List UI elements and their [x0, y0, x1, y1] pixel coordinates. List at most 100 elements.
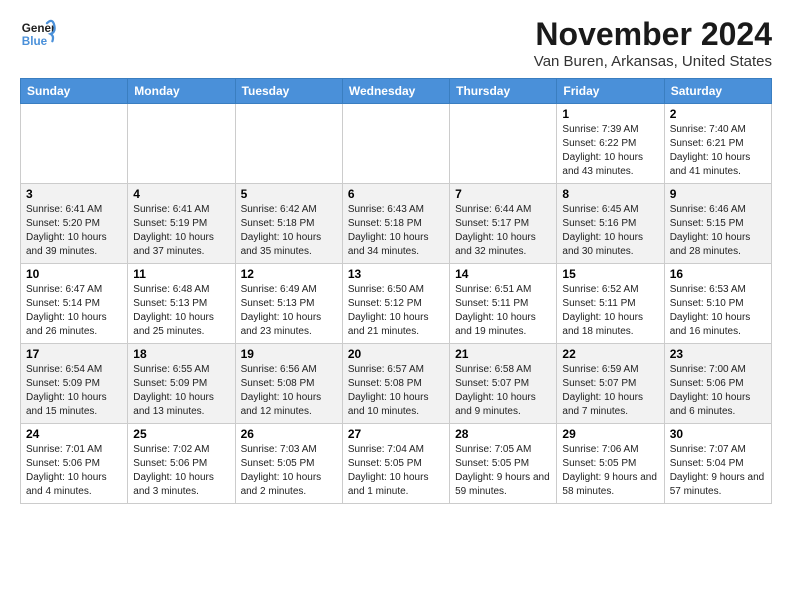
table-row: 15 Sunrise: 6:52 AM Sunset: 5:11 PM Dayli…	[557, 264, 664, 344]
table-row: 4 Sunrise: 6:41 AM Sunset: 5:19 PM Daylig…	[128, 184, 235, 264]
day-info: Sunrise: 7:03 AM Sunset: 5:05 PM Dayligh…	[241, 443, 337, 499]
table-row: 6 Sunrise: 6:43 AM Sunset: 5:18 PM Daylig…	[342, 184, 449, 264]
day-info: Sunrise: 6:51 AM Sunset: 5:11 PM Dayligh…	[455, 283, 551, 339]
day-number: 16	[670, 267, 766, 281]
calendar-body: 1 Sunrise: 7:39 AM Sunset: 6:22 PM Daylig…	[21, 104, 772, 504]
table-row: 8 Sunrise: 6:45 AM Sunset: 5:16 PM Daylig…	[557, 184, 664, 264]
day-info: Sunrise: 6:50 AM Sunset: 5:12 PM Dayligh…	[348, 283, 444, 339]
table-row: 29Sunrise: 7:06 AM Sunset: 5:05 PM Dayli…	[557, 424, 664, 504]
day-info: Sunrise: 6:58 AM Sunset: 5:07 PM Dayligh…	[455, 363, 551, 419]
table-row: 13 Sunrise: 6:50 AM Sunset: 5:12 PM Dayli…	[342, 264, 449, 344]
day-info: Sunrise: 6:56 AM Sunset: 5:08 PM Dayligh…	[241, 363, 337, 419]
day-info: Sunrise: 7:05 AM Sunset: 5:05 PM Dayligh…	[455, 443, 551, 499]
day-number: 7	[455, 187, 551, 201]
day-number: 22	[562, 347, 658, 361]
day-number: 13	[348, 267, 444, 281]
day-number: 26	[241, 427, 337, 441]
col-friday: Friday	[557, 79, 664, 104]
day-info: Sunrise: 6:52 AM Sunset: 5:11 PM Dayligh…	[562, 283, 658, 339]
calendar-week-row: 1 Sunrise: 7:39 AM Sunset: 6:22 PM Daylig…	[21, 104, 772, 184]
table-row: 18 Sunrise: 6:55 AM Sunset: 5:09 PM Dayli…	[128, 344, 235, 424]
day-info: Sunrise: 6:41 AM Sunset: 5:19 PM Dayligh…	[133, 203, 229, 259]
day-number: 11	[133, 267, 229, 281]
col-tuesday: Tuesday	[235, 79, 342, 104]
logo: General Blue	[20, 16, 56, 52]
day-number: 28	[455, 427, 551, 441]
title-block: November 2024 Van Buren, Arkansas, Unite…	[534, 16, 772, 70]
day-info: Sunrise: 6:45 AM Sunset: 5:16 PM Dayligh…	[562, 203, 658, 259]
day-number: 1	[562, 107, 658, 121]
table-row: 19Sunrise: 6:56 AM Sunset: 5:08 PM Dayli…	[235, 344, 342, 424]
table-row: 28 Sunrise: 7:05 AM Sunset: 5:05 PM Dayli…	[450, 424, 557, 504]
table-row: 17 Sunrise: 6:54 AM Sunset: 5:09 PM Dayli…	[21, 344, 128, 424]
table-row: 20Sunrise: 6:57 AM Sunset: 5:08 PM Dayli…	[342, 344, 449, 424]
month-title: November 2024	[534, 16, 772, 53]
day-info: Sunrise: 6:47 AM Sunset: 5:14 PM Dayligh…	[26, 283, 122, 339]
day-number: 4	[133, 187, 229, 201]
day-info: Sunrise: 6:42 AM Sunset: 5:18 PM Dayligh…	[241, 203, 337, 259]
day-info: Sunrise: 7:39 AM Sunset: 6:22 PM Dayligh…	[562, 123, 658, 179]
day-number: 30	[670, 427, 766, 441]
day-info: Sunrise: 6:53 AM Sunset: 5:10 PM Dayligh…	[670, 283, 766, 339]
col-thursday: Thursday	[450, 79, 557, 104]
day-info: Sunrise: 6:59 AM Sunset: 5:07 PM Dayligh…	[562, 363, 658, 419]
svg-text:Blue: Blue	[22, 35, 48, 48]
table-row: 12 Sunrise: 6:49 AM Sunset: 5:13 PM Dayli…	[235, 264, 342, 344]
day-info: Sunrise: 6:44 AM Sunset: 5:17 PM Dayligh…	[455, 203, 551, 259]
day-info: Sunrise: 6:48 AM Sunset: 5:13 PM Dayligh…	[133, 283, 229, 339]
day-info: Sunrise: 6:49 AM Sunset: 5:13 PM Dayligh…	[241, 283, 337, 339]
day-number: 18	[133, 347, 229, 361]
table-row: 10 Sunrise: 6:47 AM Sunset: 5:14 PM Dayli…	[21, 264, 128, 344]
calendar-week-row: 3 Sunrise: 6:41 AM Sunset: 5:20 PM Daylig…	[21, 184, 772, 264]
day-info: Sunrise: 7:00 AM Sunset: 5:06 PM Dayligh…	[670, 363, 766, 419]
day-number: 24	[26, 427, 122, 441]
table-row: 3 Sunrise: 6:41 AM Sunset: 5:20 PM Daylig…	[21, 184, 128, 264]
day-number: 25	[133, 427, 229, 441]
table-row: 24 Sunrise: 7:01 AM Sunset: 5:06 PM Dayli…	[21, 424, 128, 504]
table-row: 21 Sunrise: 6:58 AM Sunset: 5:07 PM Dayli…	[450, 344, 557, 424]
table-row: 7 Sunrise: 6:44 AM Sunset: 5:17 PM Daylig…	[450, 184, 557, 264]
table-row: 22 Sunrise: 6:59 AM Sunset: 5:07 PM Dayli…	[557, 344, 664, 424]
table-row: 1 Sunrise: 7:39 AM Sunset: 6:22 PM Daylig…	[557, 104, 664, 184]
day-number: 12	[241, 267, 337, 281]
day-number: 9	[670, 187, 766, 201]
day-number: 2	[670, 107, 766, 121]
logo-icon: General Blue	[20, 16, 56, 52]
day-info: Sunrise: 6:57 AM Sunset: 5:08 PM Dayligh…	[348, 363, 444, 419]
day-number: 8	[562, 187, 658, 201]
col-saturday: Saturday	[664, 79, 771, 104]
day-number: 17	[26, 347, 122, 361]
day-info: Sunrise: 6:43 AM Sunset: 5:18 PM Dayligh…	[348, 203, 444, 259]
day-info: Sunrise: 7:01 AM Sunset: 5:06 PM Dayligh…	[26, 443, 122, 499]
day-number: 29	[562, 427, 658, 441]
table-row: 26 Sunrise: 7:03 AM Sunset: 5:05 PM Dayli…	[235, 424, 342, 504]
day-info: Sunrise: 7:02 AM Sunset: 5:06 PM Dayligh…	[133, 443, 229, 499]
day-info: Sunrise: 7:04 AM Sunset: 5:05 PM Dayligh…	[348, 443, 444, 499]
day-info: Sunrise: 6:41 AM Sunset: 5:20 PM Dayligh…	[26, 203, 122, 259]
table-row: 2 Sunrise: 7:40 AM Sunset: 6:21 PM Daylig…	[664, 104, 771, 184]
day-info: Sunrise: 6:55 AM Sunset: 5:09 PM Dayligh…	[133, 363, 229, 419]
table-row	[342, 104, 449, 184]
day-number: 23	[670, 347, 766, 361]
table-row	[128, 104, 235, 184]
calendar-week-row: 24 Sunrise: 7:01 AM Sunset: 5:06 PM Dayli…	[21, 424, 772, 504]
table-row: 27 Sunrise: 7:04 AM Sunset: 5:05 PM Dayli…	[342, 424, 449, 504]
day-info: Sunrise: 7:07 AM Sunset: 5:04 PM Dayligh…	[670, 443, 766, 499]
day-info: Sunrise: 7:40 AM Sunset: 6:21 PM Dayligh…	[670, 123, 766, 179]
table-row: 30 Sunrise: 7:07 AM Sunset: 5:04 PM Dayli…	[664, 424, 771, 504]
table-row: 23 Sunrise: 7:00 AM Sunset: 5:06 PM Dayli…	[664, 344, 771, 424]
col-wednesday: Wednesday	[342, 79, 449, 104]
day-number: 3	[26, 187, 122, 201]
table-row	[21, 104, 128, 184]
day-number: 21	[455, 347, 551, 361]
day-number: 6	[348, 187, 444, 201]
day-number: 15	[562, 267, 658, 281]
day-number: 27	[348, 427, 444, 441]
day-number: 10	[26, 267, 122, 281]
day-info: Sunrise: 6:54 AM Sunset: 5:09 PM Dayligh…	[26, 363, 122, 419]
table-row	[450, 104, 557, 184]
calendar-header-row: Sunday Monday Tuesday Wednesday Thursday…	[21, 79, 772, 104]
location: Van Buren, Arkansas, United States	[534, 53, 772, 70]
calendar-week-row: 17 Sunrise: 6:54 AM Sunset: 5:09 PM Dayli…	[21, 344, 772, 424]
table-row: 11 Sunrise: 6:48 AM Sunset: 5:13 PM Dayli…	[128, 264, 235, 344]
